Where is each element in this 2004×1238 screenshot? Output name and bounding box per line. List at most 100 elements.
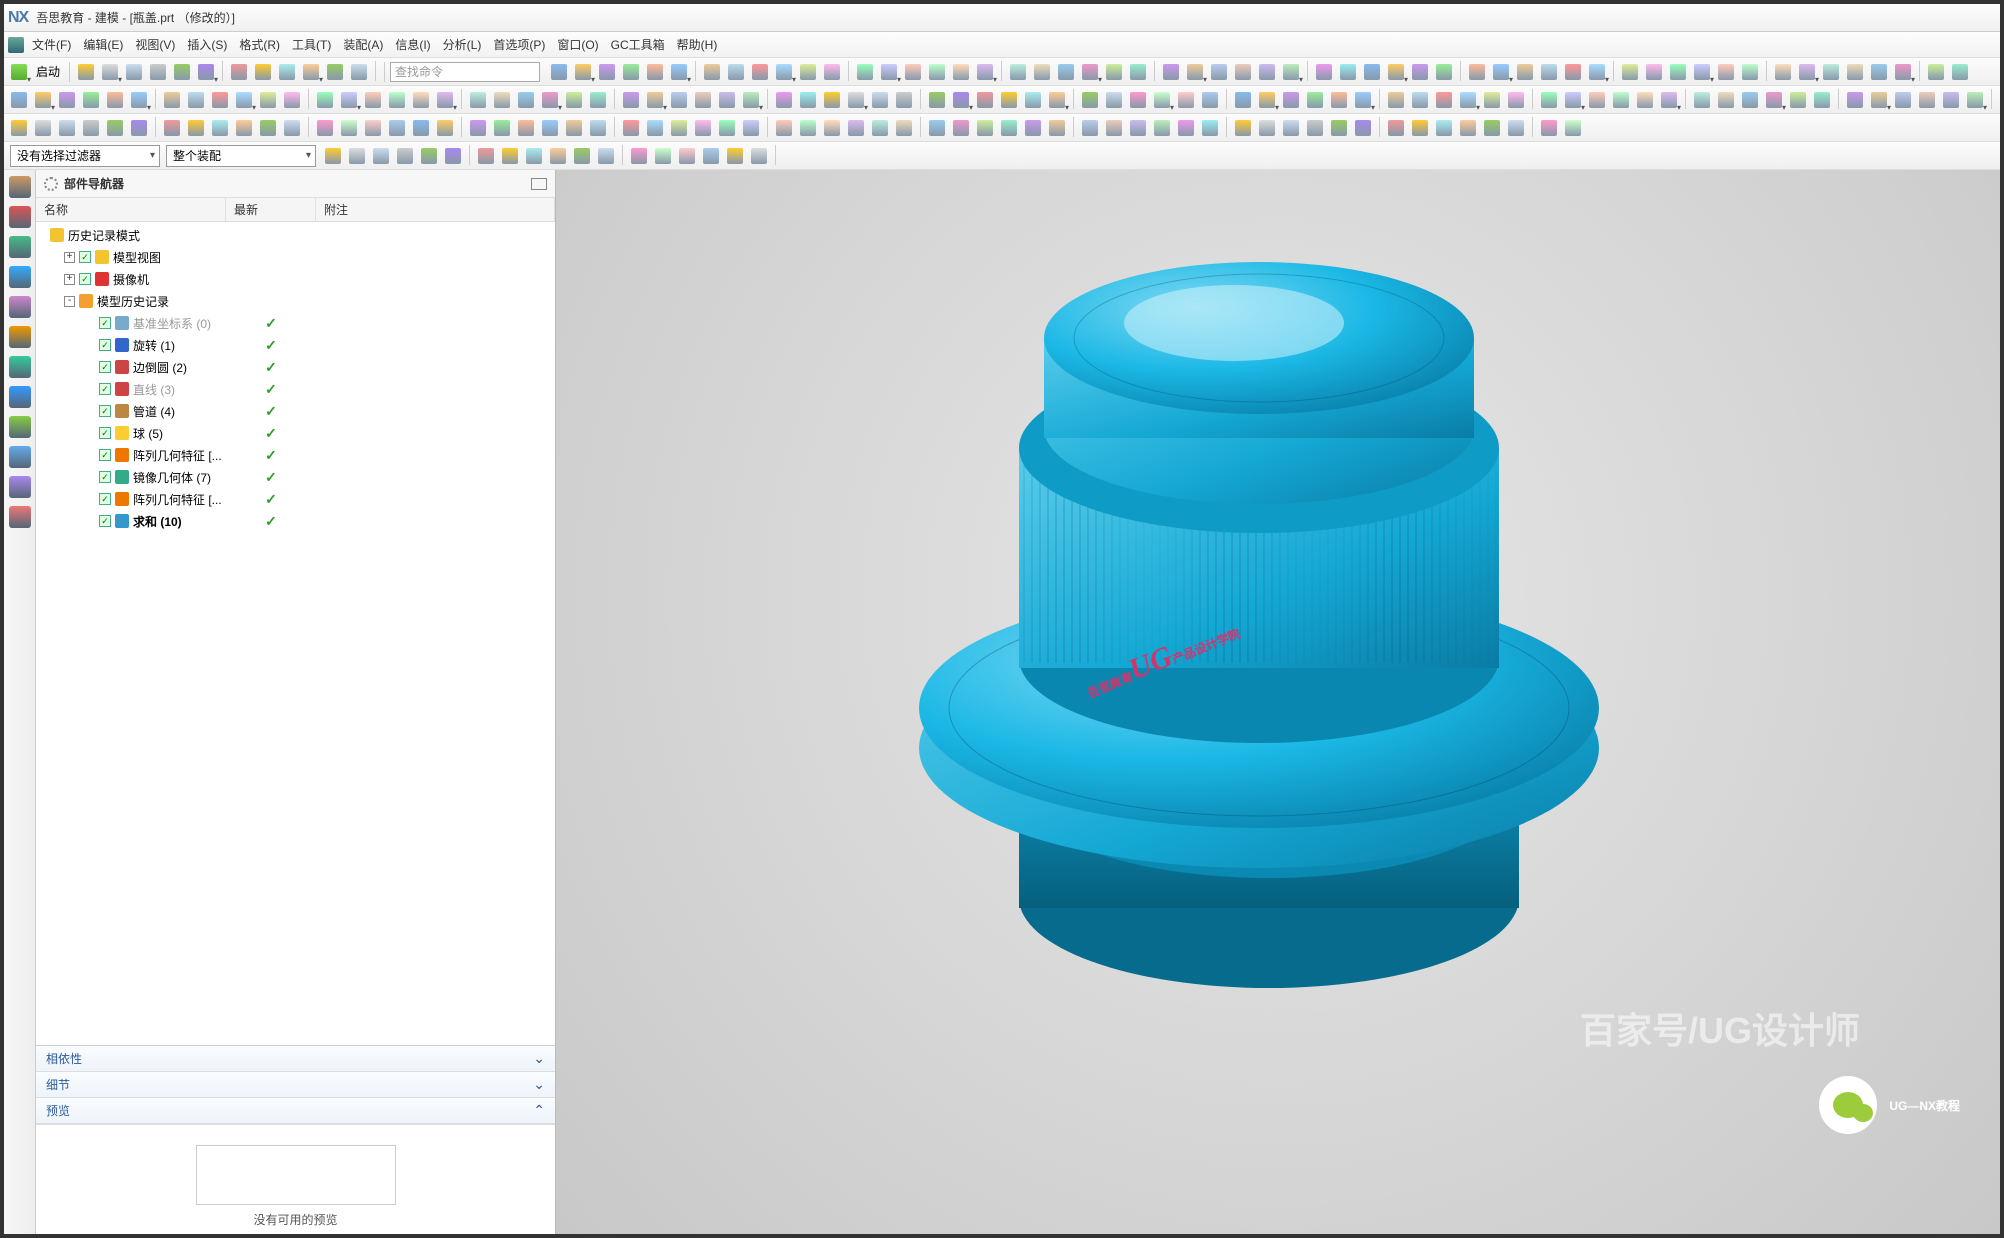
toolbar-button[interactable] bbox=[338, 89, 360, 111]
toolbar-button[interactable] bbox=[1514, 61, 1536, 83]
toolbar-button[interactable] bbox=[1232, 117, 1254, 139]
toolbar-button[interactable] bbox=[1691, 89, 1713, 111]
toolbar-button[interactable] bbox=[797, 117, 819, 139]
toolbar-button[interactable] bbox=[338, 117, 360, 139]
toolbar-button[interactable] bbox=[281, 117, 303, 139]
checkbox-icon[interactable]: ✓ bbox=[99, 515, 111, 527]
3d-viewport[interactable]: 吾思教育UG产品设计学院 百家号/UG设计师 UG—NX教程 bbox=[556, 170, 2000, 1234]
checkbox-icon[interactable]: ✓ bbox=[99, 339, 111, 351]
toolbar-button[interactable] bbox=[1232, 89, 1254, 111]
command-search[interactable]: 查找命令 bbox=[390, 62, 540, 82]
toolbar-button[interactable] bbox=[1337, 61, 1359, 83]
toolbar-button[interactable] bbox=[1127, 117, 1149, 139]
toolbar-button[interactable] bbox=[80, 89, 102, 111]
resource-tab[interactable] bbox=[9, 176, 31, 198]
expand-icon[interactable]: + bbox=[64, 252, 75, 263]
toolbar-button[interactable] bbox=[950, 89, 972, 111]
section-preview[interactable]: 预览⌃ bbox=[36, 1098, 555, 1124]
resource-tab[interactable] bbox=[9, 386, 31, 408]
toolbar-button[interactable] bbox=[1490, 61, 1512, 83]
toolbar-button[interactable] bbox=[209, 89, 231, 111]
toolbar-button[interactable] bbox=[1199, 117, 1221, 139]
tree-row[interactable]: +✓摄像机 bbox=[36, 268, 555, 290]
toolbar-button[interactable] bbox=[998, 117, 1020, 139]
resource-tab[interactable] bbox=[9, 296, 31, 318]
menu-item[interactable]: 视图(V) bbox=[129, 34, 181, 55]
start-button[interactable] bbox=[8, 61, 30, 83]
col-notes[interactable]: 附注 bbox=[316, 198, 555, 221]
toolbar-button[interactable] bbox=[228, 61, 250, 83]
selection-filter-combo[interactable]: 没有选择过滤器 bbox=[10, 145, 160, 167]
toolbar-button[interactable] bbox=[233, 117, 255, 139]
section-dependency[interactable]: 相依性⌄ bbox=[36, 1046, 555, 1072]
expand-icon[interactable]: + bbox=[64, 274, 75, 285]
toolbar-button[interactable] bbox=[1763, 89, 1785, 111]
toolbar-button[interactable] bbox=[233, 89, 255, 111]
toolbar-button[interactable] bbox=[1538, 89, 1560, 111]
toolbar-button[interactable] bbox=[725, 61, 747, 83]
toolbar-button[interactable] bbox=[1031, 61, 1053, 83]
menu-item[interactable]: 帮助(H) bbox=[671, 34, 724, 55]
checkbox-icon[interactable]: ✓ bbox=[79, 251, 91, 263]
toolbar-button[interactable] bbox=[1538, 61, 1560, 83]
toolbar-button[interactable] bbox=[99, 61, 121, 83]
toolbar-button[interactable] bbox=[620, 117, 642, 139]
toolbar-button[interactable] bbox=[1409, 61, 1431, 83]
toolbar-button[interactable] bbox=[491, 89, 513, 111]
toolbar-button[interactable] bbox=[1313, 61, 1335, 83]
toolbar-button[interactable] bbox=[32, 117, 54, 139]
toolbar-button[interactable] bbox=[926, 117, 948, 139]
toolbar-button[interactable] bbox=[620, 89, 642, 111]
toolbar-button[interactable] bbox=[563, 89, 585, 111]
toolbar-button[interactable] bbox=[252, 61, 274, 83]
toolbar-button[interactable] bbox=[1304, 89, 1326, 111]
toolbar-button[interactable] bbox=[854, 61, 876, 83]
toolbar-button[interactable] bbox=[1562, 117, 1584, 139]
toolbar-button[interactable] bbox=[748, 145, 770, 167]
toolbar-button[interactable] bbox=[821, 117, 843, 139]
toolbar-button[interactable] bbox=[1715, 61, 1737, 83]
toolbar-button[interactable] bbox=[1175, 117, 1197, 139]
toolbar-button[interactable] bbox=[1505, 117, 1527, 139]
toolbar-button[interactable] bbox=[1160, 61, 1182, 83]
toolbar-button[interactable] bbox=[1199, 89, 1221, 111]
toolbar-button[interactable] bbox=[668, 89, 690, 111]
toolbar-button[interactable] bbox=[209, 117, 231, 139]
toolbar-button[interactable] bbox=[104, 89, 126, 111]
toolbar-button[interactable] bbox=[314, 117, 336, 139]
toolbar-button[interactable] bbox=[644, 117, 666, 139]
col-name[interactable]: 名称 bbox=[36, 198, 226, 221]
resource-tab[interactable] bbox=[9, 416, 31, 438]
tree-row[interactable]: +✓模型视图 bbox=[36, 246, 555, 268]
toolbar-button[interactable] bbox=[845, 89, 867, 111]
toolbar-button[interactable] bbox=[974, 117, 996, 139]
toolbar-button[interactable] bbox=[1256, 89, 1278, 111]
toolbar-button[interactable] bbox=[1562, 89, 1584, 111]
menu-item[interactable]: 窗口(O) bbox=[551, 34, 604, 55]
toolbar-button[interactable] bbox=[442, 145, 464, 167]
menu-item[interactable]: 装配(A) bbox=[337, 34, 389, 55]
toolbar-button[interactable] bbox=[410, 89, 432, 111]
toolbar-button[interactable] bbox=[515, 117, 537, 139]
toolbar-button[interactable] bbox=[1079, 89, 1101, 111]
toolbar-button[interactable] bbox=[1466, 61, 1488, 83]
toolbar-button[interactable] bbox=[1505, 89, 1527, 111]
tree-row[interactable]: ✓边倒圆 (2)✓ bbox=[36, 356, 555, 378]
resource-tab[interactable] bbox=[9, 206, 31, 228]
menu-item[interactable]: 工具(T) bbox=[286, 34, 337, 55]
resource-tab[interactable] bbox=[9, 506, 31, 528]
toolbar-button[interactable] bbox=[1022, 89, 1044, 111]
toolbar-button[interactable] bbox=[1811, 89, 1833, 111]
resource-tab[interactable] bbox=[9, 476, 31, 498]
toolbar-button[interactable] bbox=[1868, 89, 1890, 111]
toolbar-button[interactable] bbox=[644, 89, 666, 111]
toolbar-button[interactable] bbox=[571, 145, 593, 167]
toolbar-button[interactable] bbox=[1328, 117, 1350, 139]
toolbar-button[interactable] bbox=[893, 117, 915, 139]
toolbar-button[interactable] bbox=[1586, 89, 1608, 111]
toolbar-button[interactable] bbox=[1385, 61, 1407, 83]
toolbar-button[interactable] bbox=[1361, 61, 1383, 83]
toolbar-button[interactable] bbox=[75, 61, 97, 83]
col-latest[interactable]: 最新 bbox=[226, 198, 316, 221]
toolbar-button[interactable] bbox=[893, 89, 915, 111]
